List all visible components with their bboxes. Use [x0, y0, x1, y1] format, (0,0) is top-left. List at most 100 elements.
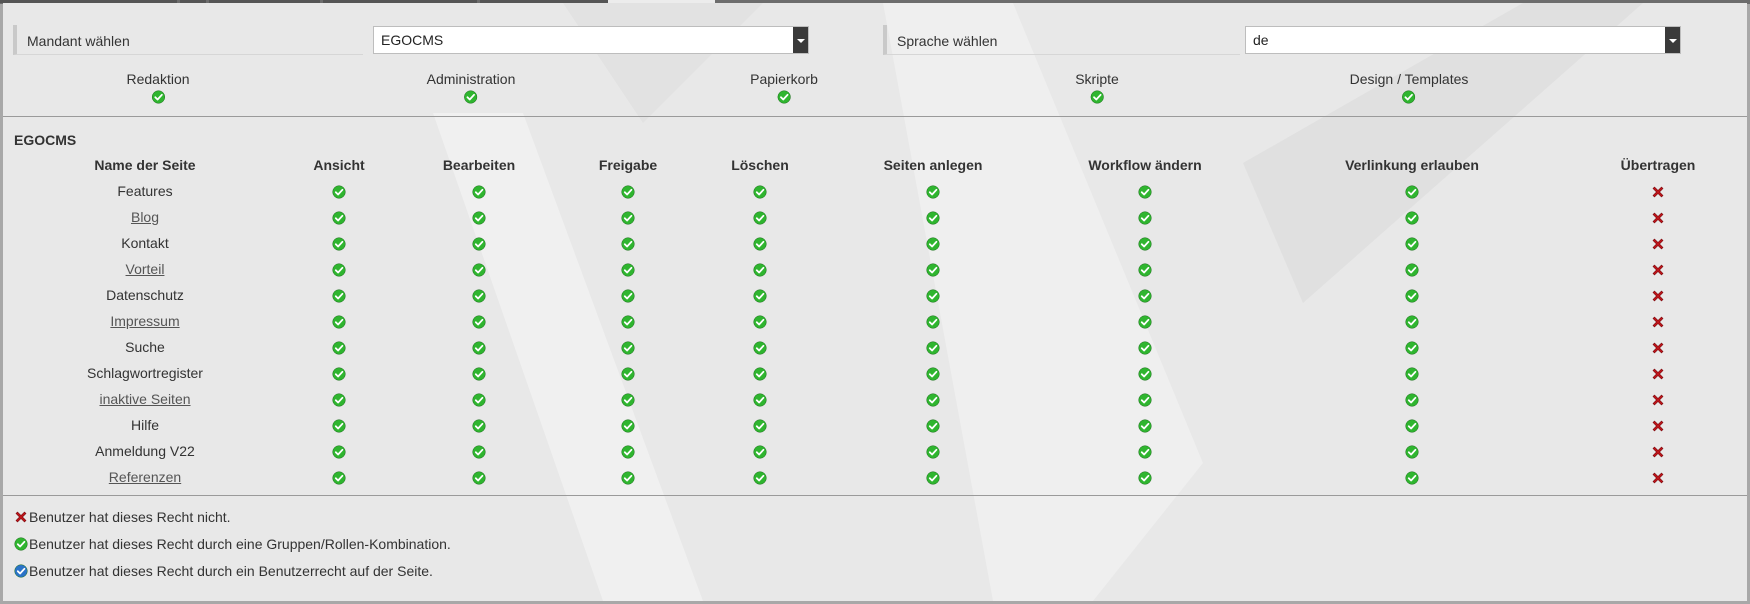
- green-check-icon: [1405, 237, 1419, 251]
- green-check-icon: [472, 289, 486, 303]
- page-name: Datenschutz: [106, 287, 184, 303]
- dropdown-arrow-icon[interactable]: [1665, 27, 1680, 53]
- permission-item: Design / Templates: [1349, 71, 1469, 104]
- green-check-icon: [621, 445, 635, 459]
- green-check-icon: [1138, 445, 1152, 459]
- page-rights-table: Name der Seite Ansicht Bearbeiten Freigabe L…: [3, 152, 1747, 490]
- green-check-icon: [1405, 393, 1419, 407]
- column-header: Übertragen: [1620, 157, 1696, 173]
- green-check-icon: [777, 90, 791, 104]
- mandant-select[interactable]: EGOCMS: [373, 26, 809, 54]
- rights-panel: Mandant wählen EGOCMS Sprache wählen de …: [3, 3, 1747, 601]
- green-check-icon: [332, 445, 346, 459]
- right-cell: [689, 308, 831, 334]
- green-check-icon: [753, 237, 767, 251]
- right-cell: [689, 230, 831, 256]
- green-check-icon: [753, 289, 767, 303]
- permission-item: Papierkorb: [750, 71, 818, 104]
- right-cell: [391, 308, 567, 334]
- right-cell: [689, 464, 831, 490]
- page-name-cell: Datenschutz: [3, 282, 287, 308]
- right-cell: [567, 412, 689, 438]
- right-cell: [287, 308, 391, 334]
- right-cell: [567, 386, 689, 412]
- green-check-icon: [1405, 367, 1419, 381]
- right-cell: [1035, 178, 1255, 204]
- green-check-icon: [1138, 367, 1152, 381]
- page-name-cell: Kontakt: [3, 230, 287, 256]
- green-check-icon: [926, 237, 940, 251]
- right-cell: [391, 438, 567, 464]
- permission-label: Redaktion: [126, 71, 190, 87]
- table-row: inaktive Seiten: [3, 386, 1747, 412]
- right-cell: [391, 386, 567, 412]
- green-check-icon: [1405, 289, 1419, 303]
- right-cell: [1569, 360, 1747, 386]
- page-name-link[interactable]: Referenzen: [109, 469, 181, 485]
- legend-item: Benutzer hat dieses Recht nicht.: [14, 509, 231, 525]
- right-cell: [391, 282, 567, 308]
- green-check-icon: [472, 185, 486, 199]
- right-cell: [1255, 334, 1569, 360]
- green-check-icon: [1090, 90, 1104, 104]
- permission-item: Skripte: [1075, 71, 1119, 104]
- right-cell: [831, 256, 1035, 282]
- green-check-icon: [926, 315, 940, 329]
- legend-item: Benutzer hat dieses Recht durch eine Gru…: [14, 536, 451, 552]
- right-cell: [391, 204, 567, 230]
- right-cell: [567, 178, 689, 204]
- green-check-icon: [926, 289, 940, 303]
- green-check-icon: [332, 211, 346, 225]
- green-check-icon: [753, 393, 767, 407]
- green-check-icon: [621, 263, 635, 277]
- right-cell: [1255, 464, 1569, 490]
- right-cell: [1035, 412, 1255, 438]
- right-cell: [1569, 412, 1747, 438]
- page-name-link[interactable]: Impressum: [110, 313, 179, 329]
- sprache-select[interactable]: de: [1245, 26, 1681, 54]
- divider: [3, 116, 1747, 117]
- green-check-icon: [1405, 185, 1419, 199]
- green-check-icon: [753, 367, 767, 381]
- right-cell: [1569, 178, 1747, 204]
- right-cell: [567, 360, 689, 386]
- green-check-icon: [332, 471, 346, 485]
- table-row: Blog: [3, 204, 1747, 230]
- cross-icon: [1652, 186, 1664, 198]
- right-cell: [1255, 386, 1569, 412]
- page-name-cell: Anmeldung V22: [3, 438, 287, 464]
- right-cell: [1035, 360, 1255, 386]
- page-name-link[interactable]: Vorteil: [126, 261, 165, 277]
- right-cell: [567, 464, 689, 490]
- right-cell: [1569, 464, 1747, 490]
- table-row: Impressum: [3, 308, 1747, 334]
- cross-icon: [1652, 420, 1664, 432]
- right-cell: [831, 282, 1035, 308]
- green-check-icon: [1405, 419, 1419, 433]
- green-check-icon: [1138, 471, 1152, 485]
- right-cell: [689, 386, 831, 412]
- page-name-link[interactable]: inaktive Seiten: [99, 391, 190, 407]
- green-check-icon: [472, 211, 486, 225]
- right-cell: [391, 412, 567, 438]
- right-cell: [689, 282, 831, 308]
- page-name-link[interactable]: Blog: [131, 209, 159, 225]
- right-cell: [831, 178, 1035, 204]
- green-check-icon: [1138, 341, 1152, 355]
- green-check-icon: [1405, 471, 1419, 485]
- right-cell: [1569, 334, 1747, 360]
- right-cell: [567, 204, 689, 230]
- right-cell: [831, 360, 1035, 386]
- permission-label: Design / Templates: [1349, 71, 1469, 87]
- green-check-icon: [621, 471, 635, 485]
- right-cell: [287, 204, 391, 230]
- dropdown-arrow-icon[interactable]: [793, 27, 808, 53]
- table-row: Schlagwortregister: [3, 360, 1747, 386]
- right-cell: [567, 230, 689, 256]
- right-cell: [287, 178, 391, 204]
- cross-icon: [1652, 342, 1664, 354]
- page-name-cell: Schlagwortregister: [3, 360, 287, 386]
- right-cell: [689, 334, 831, 360]
- blue-check-icon: [14, 564, 28, 578]
- green-check-icon: [472, 367, 486, 381]
